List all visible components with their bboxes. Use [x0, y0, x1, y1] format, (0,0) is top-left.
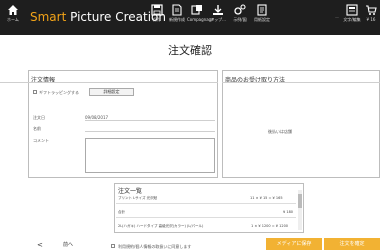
divider [116, 203, 296, 204]
chevron-left-icon: < [37, 241, 43, 249]
layout-icon [191, 5, 202, 15]
cart-total: ¥ 16 [366, 17, 376, 22]
order-date-underline [85, 120, 215, 121]
list-item-name: 合計 [118, 210, 125, 214]
cart-icon [366, 5, 377, 15]
back-button[interactable]: < 前へ [29, 240, 84, 250]
back-label: 前へ [63, 242, 74, 248]
book-icon [257, 4, 267, 16]
tool-label: アップ... [210, 17, 226, 22]
tool-label: Compagnage [187, 17, 214, 22]
upload-tool-button[interactable]: アップ... [208, 3, 228, 33]
order-date-label: 注文日 [33, 115, 45, 120]
doc-preview-icon [346, 4, 358, 16]
app-title-accent: Smart [30, 10, 67, 24]
order-list-scrollbar[interactable] [298, 190, 302, 230]
confirm-order-button[interactable]: 注文を確定 [324, 238, 380, 250]
new-tool-button[interactable]: 新規作成 [167, 3, 187, 33]
cart-button[interactable]: ¥ 16 [362, 3, 380, 33]
list-item-name: プリント Lサイズ 光沢紙 [118, 196, 158, 200]
pickup-method-panel: 商品のお受け取り方法 [222, 70, 380, 178]
paper-tool-button[interactable]: 用紙設定 [252, 3, 272, 33]
divider [222, 82, 380, 83]
scrollbar-thumb[interactable] [298, 194, 302, 208]
list-item-price: ¥ 180 [283, 210, 294, 214]
divider [0, 82, 218, 83]
page-title: 注文確認 [168, 44, 212, 57]
tool-label: 示例/図 [233, 17, 247, 22]
tool-label: 文字/編集 [343, 17, 361, 22]
detail-settings-button[interactable]: 詳細設定 [89, 88, 134, 96]
app-title: Smart Picture Creation [30, 9, 166, 25]
pickup-message: 後払いは店舗 [268, 129, 292, 134]
gift-wrap-checkbox[interactable] [33, 90, 37, 94]
save-icon [151, 4, 163, 16]
preview-tool-button[interactable]: 文字/編集 [342, 3, 362, 33]
tool-label: 新規作成 [169, 17, 185, 22]
document-icon [172, 4, 182, 16]
comment-textarea[interactable] [85, 138, 215, 173]
header-status-text: — [335, 15, 339, 20]
list-item-price: 11 × ¥ 15 = ¥ 165 [250, 196, 283, 200]
order-list-title: 注文一覧 [118, 188, 143, 195]
list-item-price: 1 × ¥ 1200 = ¥ 1200 [251, 224, 289, 228]
home-label: ホーム [7, 17, 19, 22]
layout-tool-button[interactable]: Compagnage [187, 3, 214, 33]
name-field[interactable] [85, 131, 215, 132]
comment-label: コメント [33, 138, 49, 143]
name-label: 名前 [33, 126, 41, 131]
terms-label: 利用規約/個人情報の取扱いに同意します [118, 244, 192, 249]
tool-label: 用紙設定 [254, 17, 270, 22]
top-toolbar: ホーム Smart Picture Creation 保存 新規作成 Compa… [0, 0, 380, 35]
save-tool-button[interactable]: 保存 [147, 3, 167, 33]
tool-label: 保存 [153, 17, 161, 22]
terms-checkbox[interactable] [111, 244, 115, 248]
settings-tool-button[interactable]: 示例/図 [230, 3, 250, 33]
save-to-media-button[interactable]: メディアに保存 [266, 238, 322, 250]
upload-icon [213, 5, 223, 15]
home-button[interactable]: ホーム [3, 3, 23, 33]
divider [116, 217, 296, 218]
list-item-name: 2L(ハガキ) ハードタイプ 高級光沢(カラー) (L/パール) [118, 224, 204, 228]
home-icon [8, 5, 18, 15]
gift-wrap-label: ギフトラッピングする [39, 90, 79, 95]
settings-icon [234, 4, 246, 15]
